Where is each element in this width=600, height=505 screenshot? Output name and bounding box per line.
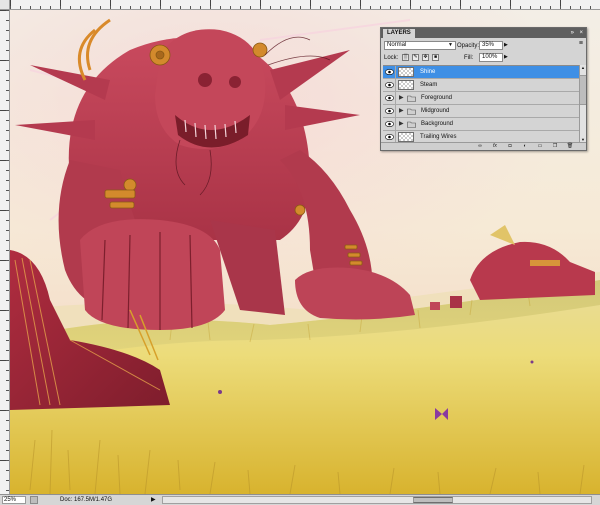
zoom-field[interactable]: 25%: [2, 496, 26, 504]
layer-name: Shine: [420, 69, 436, 75]
status-info-icon[interactable]: [30, 496, 38, 504]
butterfly-small: [218, 390, 222, 394]
layers-scrollbar[interactable]: ▲ ▼: [579, 65, 586, 143]
layer-thumbnail: [398, 67, 414, 77]
layer-list: Shine Steam ▶ Foreground ▶ Midground ▶ B…: [383, 65, 579, 144]
horizontal-scrollbar[interactable]: [162, 496, 592, 504]
blend-mode-select[interactable]: Normal ▼: [384, 41, 456, 50]
layer-thumbnail: [398, 80, 414, 90]
fx-icon[interactable]: fx: [491, 143, 499, 150]
eye-icon[interactable]: [385, 108, 394, 114]
scroll-up-icon[interactable]: ▲: [580, 65, 586, 71]
eye-icon[interactable]: [385, 121, 394, 127]
eye-icon[interactable]: [385, 82, 394, 88]
expand-triangle-icon[interactable]: ▶: [399, 108, 404, 114]
lock-position-icon[interactable]: ✥: [422, 54, 429, 61]
layer-name: Midground: [421, 108, 450, 114]
opacity-label: Opacity:: [457, 43, 480, 49]
folder-icon: [407, 108, 416, 115]
doc-info: Doc: 167.5M/1.47G: [60, 497, 113, 503]
ruler-origin[interactable]: [0, 0, 10, 10]
expand-triangle-icon[interactable]: ▶: [399, 121, 404, 127]
status-menu-icon[interactable]: ▶: [151, 496, 156, 504]
lock-transparency-icon[interactable]: ▒: [402, 54, 409, 61]
scroll-thumb[interactable]: [413, 497, 453, 503]
status-bar: 25% Doc: 167.5M/1.47G ▶: [0, 494, 600, 505]
fill-slider-icon[interactable]: ▶: [504, 53, 508, 62]
collapse-icon[interactable]: »: [571, 29, 574, 37]
horizontal-ruler[interactable]: [10, 0, 600, 10]
expand-triangle-icon[interactable]: ▶: [399, 95, 404, 101]
layer-row-foreground[interactable]: ▶ Foreground: [383, 92, 579, 105]
layer-name: Steam: [420, 82, 438, 88]
folder-icon: [407, 121, 416, 128]
lock-label: Lock:: [384, 55, 399, 61]
blend-mode-value: Normal: [387, 42, 407, 48]
layer-name: Foreground: [421, 95, 453, 101]
eye-icon[interactable]: [385, 95, 394, 101]
folder-icon[interactable]: ▭: [536, 143, 544, 150]
lock-all-icon[interactable]: ■: [432, 54, 439, 61]
layers-tab[interactable]: LAYERS: [383, 29, 415, 38]
opacity-slider-icon[interactable]: ▶: [504, 41, 508, 50]
fill-field[interactable]: 100%: [479, 53, 503, 62]
close-icon[interactable]: ×: [579, 29, 583, 37]
opacity-field[interactable]: 35%: [479, 41, 503, 50]
layers-panel-footer: ∞ fx ◘ ◐ ▭ ❐ 🗑: [381, 142, 586, 150]
eye-icon[interactable]: [385, 134, 394, 140]
lock-pixels-icon[interactable]: ✎: [412, 54, 419, 61]
scroll-thumb[interactable]: [580, 75, 586, 105]
layer-row-background[interactable]: ▶ Background: [383, 118, 579, 131]
layer-row-shine[interactable]: Shine: [383, 66, 579, 79]
vertical-ruler[interactable]: [0, 10, 10, 494]
layer-thumbnail: [398, 132, 414, 142]
trash-icon[interactable]: 🗑: [566, 143, 574, 150]
layer-name: Background: [421, 121, 454, 127]
mask-icon[interactable]: ◘: [506, 143, 514, 150]
panel-menu-icon[interactable]: ≡: [579, 40, 583, 47]
eye-icon[interactable]: [385, 69, 394, 75]
fill-label: Fill:: [464, 55, 474, 61]
layer-row-steam[interactable]: Steam: [383, 79, 579, 92]
chevron-down-icon: ▼: [448, 42, 453, 48]
new-layer-icon[interactable]: ❐: [551, 143, 559, 150]
layers-panel: LAYERS » × ≡ Normal ▼ Opacity: 35% ▶ Loc…: [380, 27, 587, 151]
layer-row-midground[interactable]: ▶ Midground: [383, 105, 579, 118]
link-icon[interactable]: ∞: [476, 143, 484, 150]
folder-icon: [407, 95, 416, 102]
adjustment-icon[interactable]: ◐: [521, 143, 529, 150]
